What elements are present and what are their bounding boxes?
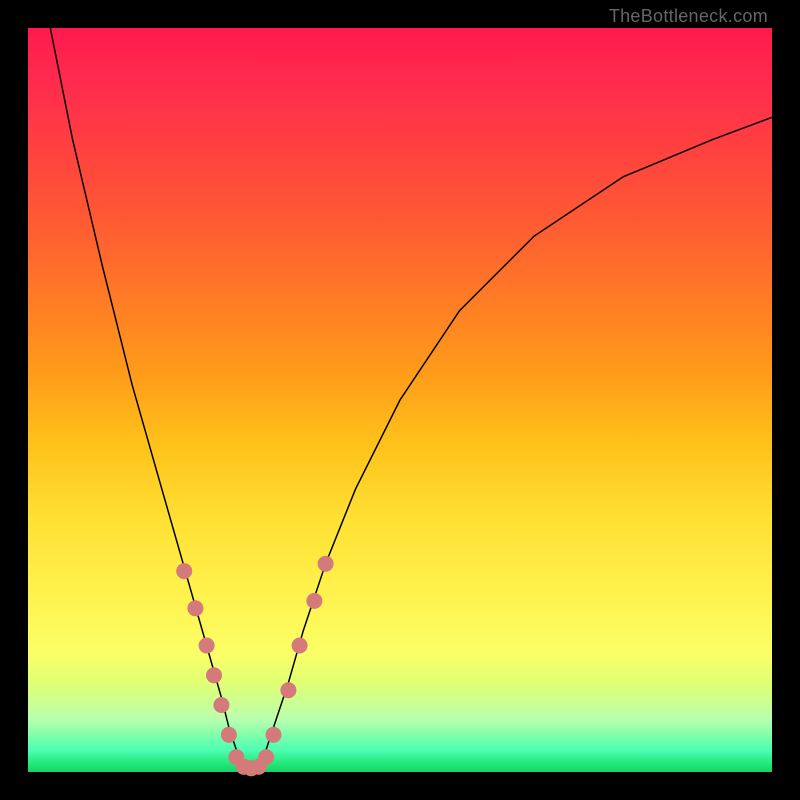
curve-marker bbox=[258, 749, 274, 765]
curve-marker bbox=[266, 727, 282, 743]
watermark: TheBottleneck.com bbox=[609, 6, 768, 27]
curve-marker bbox=[206, 667, 222, 683]
marker-group bbox=[176, 556, 333, 777]
curve-marker bbox=[280, 682, 296, 698]
curve-marker bbox=[187, 600, 203, 616]
curve-marker bbox=[318, 556, 334, 572]
curve-marker bbox=[176, 563, 192, 579]
curve-marker bbox=[199, 638, 215, 654]
curve-marker bbox=[221, 727, 237, 743]
bottleneck-curve bbox=[28, 28, 772, 772]
plot-area bbox=[28, 28, 772, 772]
curve-marker bbox=[213, 697, 229, 713]
curve-marker bbox=[292, 638, 308, 654]
curve-path bbox=[50, 28, 772, 768]
chart-frame: TheBottleneck.com bbox=[0, 0, 800, 800]
curve-marker bbox=[306, 593, 322, 609]
